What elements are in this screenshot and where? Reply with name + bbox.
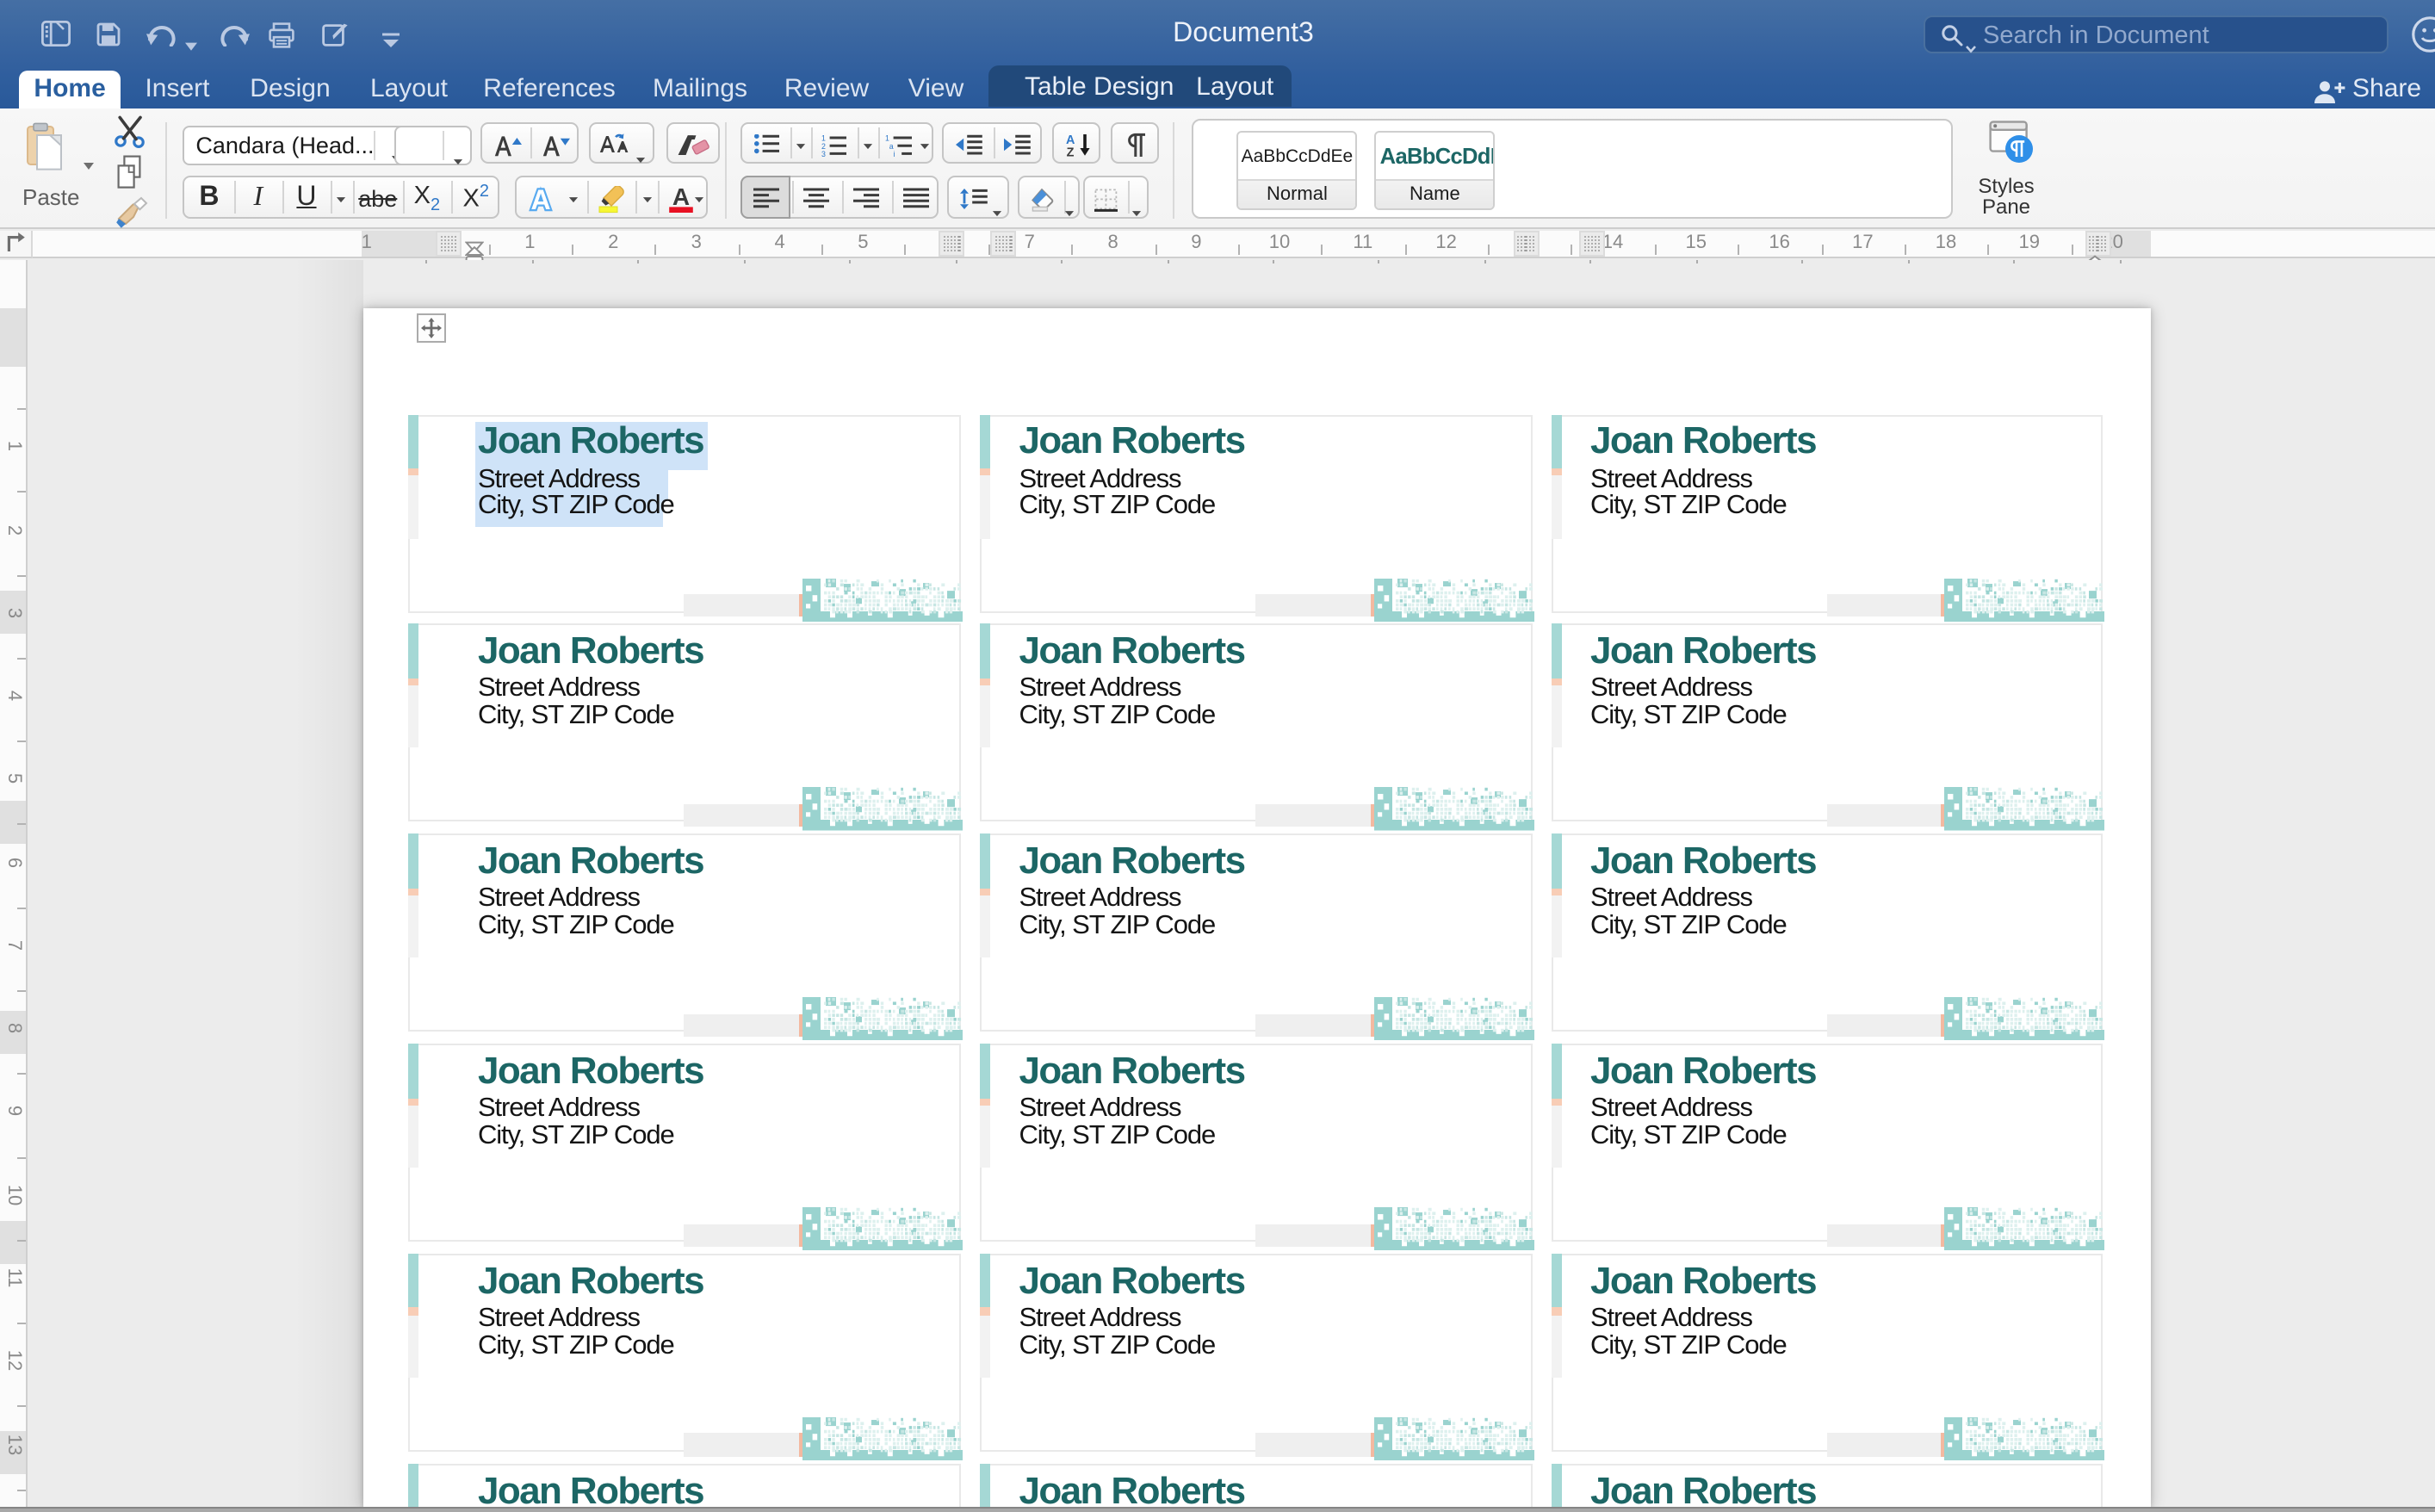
svg-text:A: A [1065, 133, 1075, 147]
svg-text:3: 3 [821, 149, 826, 156]
svg-text:i: i [894, 149, 895, 156]
svg-text:Z: Z [1066, 146, 1074, 157]
svg-text:A: A [530, 185, 549, 213]
